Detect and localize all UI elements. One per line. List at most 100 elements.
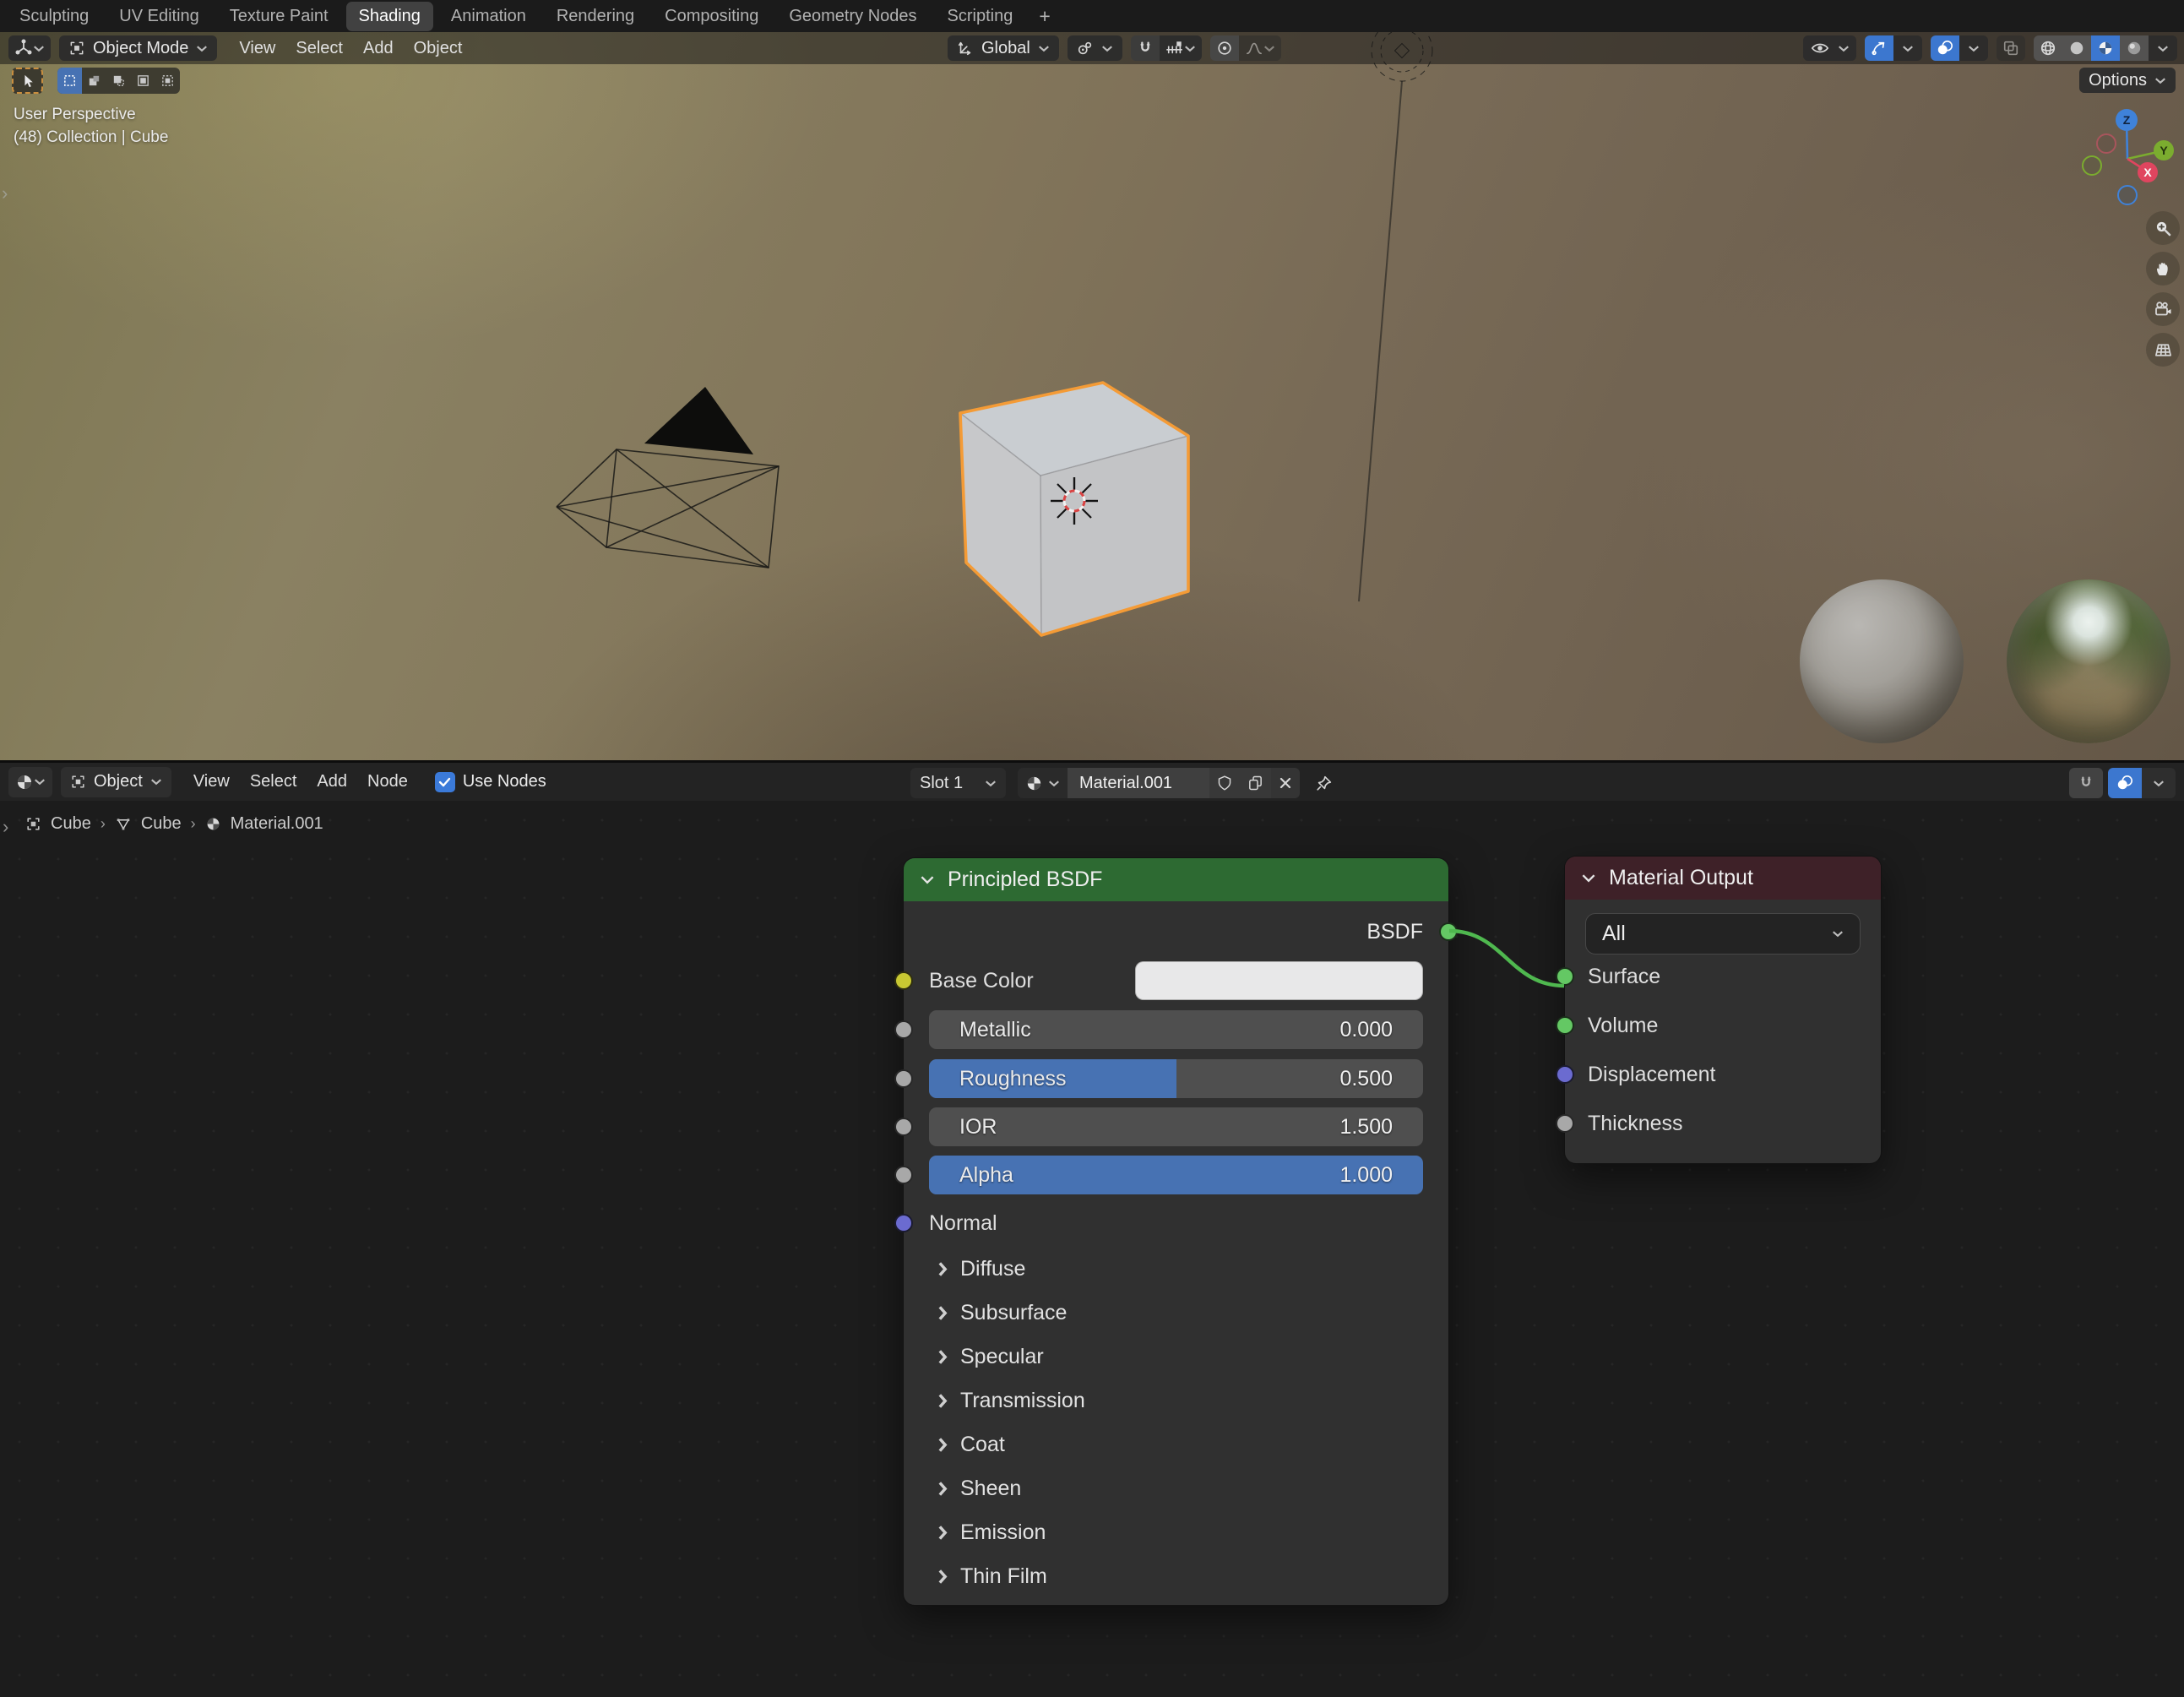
snap-toggle-button[interactable]	[1131, 35, 1160, 61]
menu-add[interactable]: Add	[307, 769, 357, 795]
tab-texture-paint[interactable]: Texture Paint	[217, 2, 341, 31]
base-color-swatch[interactable]	[1135, 961, 1423, 1000]
panel-sheen[interactable]: Sheen	[904, 1469, 1448, 1508]
tab-sculpting[interactable]: Sculpting	[7, 2, 101, 31]
shading-material-preview-button[interactable]	[2091, 35, 2120, 61]
new-material-button[interactable]	[1240, 768, 1271, 798]
menu-select[interactable]: Select	[240, 769, 307, 795]
node-principled-bsdf[interactable]: Principled BSDF BSDF Base Color Metallic…	[903, 857, 1449, 1606]
node-material-output[interactable]: Material Output All Surface Volume Displ…	[1564, 856, 1882, 1164]
roughness-socket[interactable]	[894, 1069, 913, 1088]
shading-solid-button[interactable]	[2062, 35, 2091, 61]
transform-orientation-selector[interactable]: Global	[948, 35, 1059, 61]
navigation-gizmo[interactable]: Z Y X	[2079, 78, 2181, 213]
menu-view[interactable]: View	[183, 769, 240, 795]
3d-viewport[interactable]: Object Mode View Select Add Object Globa…	[0, 32, 2184, 760]
principled-node-header[interactable]: Principled BSDF	[904, 858, 1448, 901]
roughness-slider[interactable]: Roughness 0.500	[929, 1059, 1423, 1098]
node-snap-toggle[interactable]	[2069, 768, 2103, 798]
tab-rendering[interactable]: Rendering	[544, 2, 647, 31]
panel-specular[interactable]: Specular	[904, 1337, 1448, 1376]
tab-compositing[interactable]: Compositing	[652, 2, 771, 31]
sidebar-expand-arrow[interactable]: ›	[3, 816, 8, 838]
alpha-slider[interactable]: Alpha 1.000	[929, 1156, 1423, 1194]
gizmo-options-button[interactable]	[1893, 35, 1922, 61]
select-mode-extend-button[interactable]	[82, 68, 106, 94]
pan-button[interactable]	[2146, 252, 2180, 286]
thickness-socket[interactable]	[1556, 1114, 1574, 1133]
breadcrumb-material[interactable]: Material.001	[231, 814, 323, 834]
shading-wireframe-button[interactable]	[2034, 35, 2062, 61]
metallic-socket[interactable]	[894, 1020, 913, 1039]
panel-diffuse[interactable]: Diffuse	[904, 1249, 1448, 1288]
proportional-falloff-button[interactable]	[1239, 35, 1281, 61]
breadcrumb-object[interactable]: Cube	[51, 814, 91, 834]
show-overlays-toggle[interactable]	[1931, 35, 1959, 61]
material-slot-selector[interactable]: Slot 1	[910, 768, 1006, 798]
use-nodes-checkbox[interactable]	[435, 772, 455, 792]
pin-button[interactable]	[1312, 774, 1337, 792]
active-tool-tweak-button[interactable]	[12, 68, 43, 94]
shader-overlays-options[interactable]	[2142, 768, 2176, 798]
hdri-preview-sphere[interactable]	[2007, 579, 2170, 743]
select-mode-invert-button[interactable]	[131, 68, 155, 94]
toolbar-expand-arrow[interactable]: ›	[2, 182, 8, 204]
menu-view[interactable]: View	[229, 35, 285, 62]
panel-coat[interactable]: Coat	[904, 1425, 1448, 1464]
ior-socket[interactable]	[894, 1118, 913, 1136]
surface-socket[interactable]	[1556, 967, 1574, 986]
chevron-down-icon	[1968, 45, 1980, 52]
alpha-socket[interactable]	[894, 1166, 913, 1184]
pivot-point-selector[interactable]	[1068, 35, 1122, 61]
editor-type-button[interactable]	[8, 35, 51, 61]
panel-thin-film[interactable]: Thin Film	[904, 1557, 1448, 1596]
object-visibility-selector[interactable]	[1803, 35, 1856, 61]
tab-geometry-nodes[interactable]: Geometry Nodes	[776, 2, 929, 31]
normal-socket[interactable]	[894, 1214, 913, 1232]
tab-uv-editing[interactable]: UV Editing	[106, 2, 212, 31]
menu-object[interactable]: Object	[404, 35, 473, 62]
shader-overlays-toggle[interactable]	[2108, 768, 2142, 798]
select-mode-intersect-button[interactable]	[155, 68, 180, 94]
select-mode-set-button[interactable]	[57, 68, 82, 94]
proportional-editing-toggle[interactable]	[1210, 35, 1239, 61]
zoom-button[interactable]	[2146, 211, 2180, 245]
material-output-node-header[interactable]: Material Output	[1565, 857, 1881, 900]
browse-material-button[interactable]	[1018, 768, 1068, 798]
panel-subsurface[interactable]: Subsurface	[904, 1293, 1448, 1332]
tab-shading[interactable]: Shading	[346, 2, 433, 31]
shading-rendered-button[interactable]	[2120, 35, 2149, 61]
bsdf-output-socket[interactable]	[1439, 922, 1458, 941]
displacement-socket[interactable]	[1556, 1065, 1574, 1084]
xray-toggle[interactable]	[1997, 35, 2025, 61]
shader-editor-type-button[interactable]	[8, 767, 52, 797]
menu-select[interactable]: Select	[285, 35, 353, 62]
shader-type-selector[interactable]: Object	[61, 767, 171, 797]
volume-socket[interactable]	[1556, 1016, 1574, 1035]
ior-slider[interactable]: IOR 1.500	[929, 1107, 1423, 1146]
unlink-material-button[interactable]	[1271, 768, 1300, 798]
3d-viewport-editor-icon	[14, 39, 33, 57]
show-gizmo-toggle[interactable]	[1865, 35, 1893, 61]
mode-selector[interactable]: Object Mode	[59, 35, 217, 61]
camera-view-button[interactable]	[2146, 292, 2180, 326]
shading-options-button[interactable]	[2149, 35, 2177, 61]
menu-add[interactable]: Add	[353, 35, 404, 62]
snap-target-button[interactable]	[1160, 35, 1202, 61]
menu-node[interactable]: Node	[357, 769, 418, 795]
tab-scripting[interactable]: Scripting	[935, 2, 1026, 31]
overlays-options-button[interactable]	[1959, 35, 1988, 61]
shader-node-canvas[interactable]: › Cube › Cube › Material.001 Principled …	[0, 801, 2184, 1697]
panel-transmission[interactable]: Transmission	[904, 1381, 1448, 1420]
breadcrumb-mesh[interactable]: Cube	[141, 814, 182, 834]
base-color-socket[interactable]	[894, 971, 913, 990]
material-name-field[interactable]: Material.001	[1068, 768, 1209, 798]
panel-emission[interactable]: Emission	[904, 1513, 1448, 1552]
perspective-toggle-button[interactable]	[2146, 333, 2180, 367]
tab-animation[interactable]: Animation	[438, 2, 539, 31]
output-target-select[interactable]: All	[1585, 913, 1861, 955]
select-mode-subtract-button[interactable]	[106, 68, 131, 94]
fake-user-button[interactable]	[1209, 768, 1240, 798]
add-workspace-button[interactable]: +	[1030, 5, 1058, 28]
metallic-slider[interactable]: Metallic 0.000	[929, 1010, 1423, 1049]
